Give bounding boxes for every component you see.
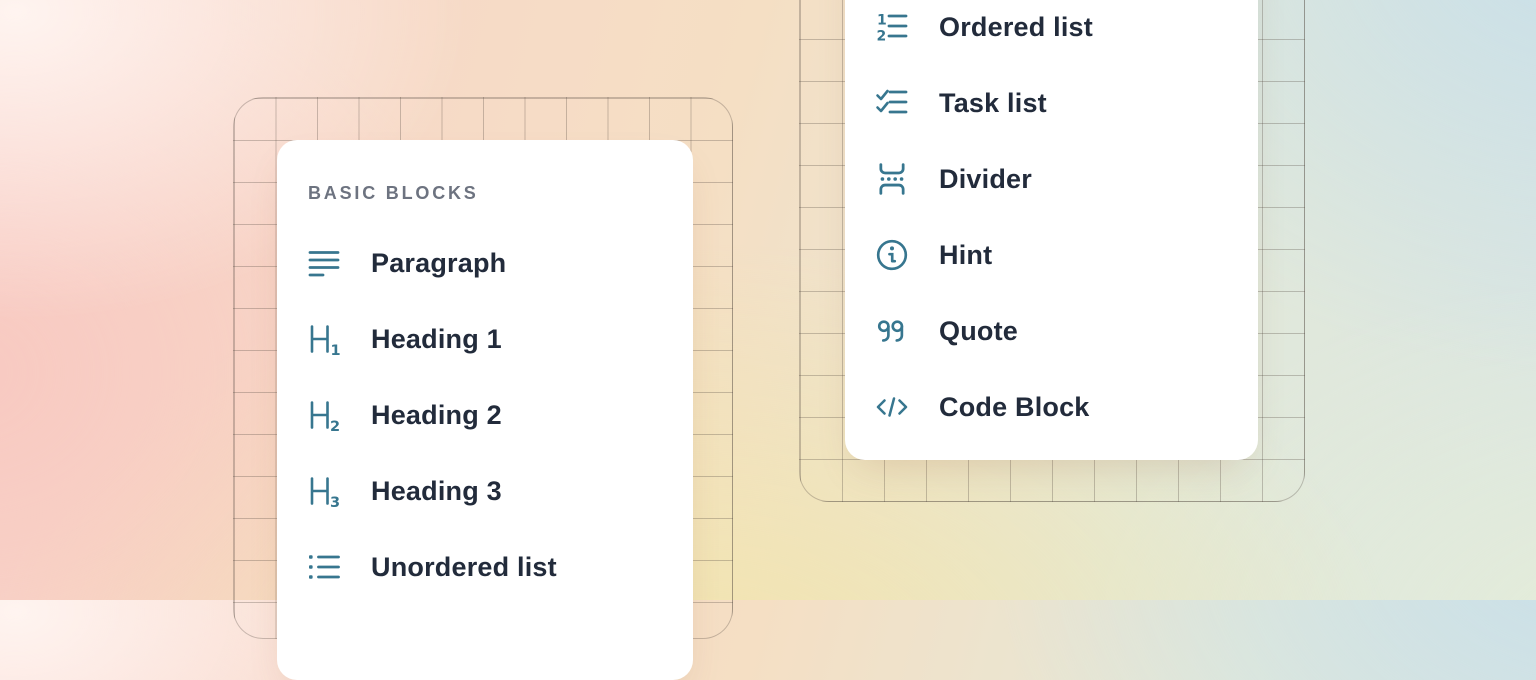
menu-item-h2[interactable]: Heading 2 [277, 377, 693, 453]
h3-icon [307, 474, 341, 508]
menu-item-task-list[interactable]: Task list [845, 65, 1258, 141]
menu-item-label: Hint [939, 240, 992, 271]
section-label-basic-blocks: BASIC BLOCKS [308, 183, 479, 203]
menu-item-label: Quote [939, 316, 1018, 347]
code-block-icon [875, 390, 909, 424]
menu-item-label: Ordered list [939, 12, 1093, 43]
blocks-menu-panel-continued: Ordered list Task list Divider Hint Quot… [845, 0, 1258, 460]
menu-item-label: Paragraph [371, 248, 506, 279]
divider-icon [875, 162, 909, 196]
unordered-list-icon [307, 550, 341, 584]
paragraph-icon [307, 246, 341, 280]
menu-item-code-block[interactable]: Code Block [845, 369, 1258, 445]
menu-list-more-blocks: Ordered list Task list Divider Hint Quot… [845, 0, 1258, 445]
quote-icon [875, 314, 909, 348]
h2-icon [307, 398, 341, 432]
menu-item-label: Divider [939, 164, 1032, 195]
task-list-icon [875, 86, 909, 120]
menu-item-h3[interactable]: Heading 3 [277, 453, 693, 529]
menu-item-paragraph[interactable]: Paragraph [277, 225, 693, 301]
menu-item-ordered-list[interactable]: Ordered list [845, 0, 1258, 65]
menu-item-label: Heading 1 [371, 324, 502, 355]
basic-blocks-menu-panel: BASIC BLOCKS Paragraph Heading 1 Heading… [277, 140, 693, 680]
menu-item-h1[interactable]: Heading 1 [277, 301, 693, 377]
h1-icon [307, 322, 341, 356]
menu-item-label: Unordered list [371, 552, 557, 583]
menu-item-label: Code Block [939, 392, 1090, 423]
menu-list-basic-blocks: Paragraph Heading 1 Heading 2 Heading 3 … [277, 225, 693, 605]
menu-item-quote[interactable]: Quote [845, 293, 1258, 369]
menu-item-label: Task list [939, 88, 1047, 119]
ordered-list-icon [875, 10, 909, 44]
menu-item-label: Heading 3 [371, 476, 502, 507]
menu-item-label: Heading 2 [371, 400, 502, 431]
menu-item-unordered-list[interactable]: Unordered list [277, 529, 693, 605]
menu-item-hint[interactable]: Hint [845, 217, 1258, 293]
menu-item-divider[interactable]: Divider [845, 141, 1258, 217]
hint-icon [875, 238, 909, 272]
